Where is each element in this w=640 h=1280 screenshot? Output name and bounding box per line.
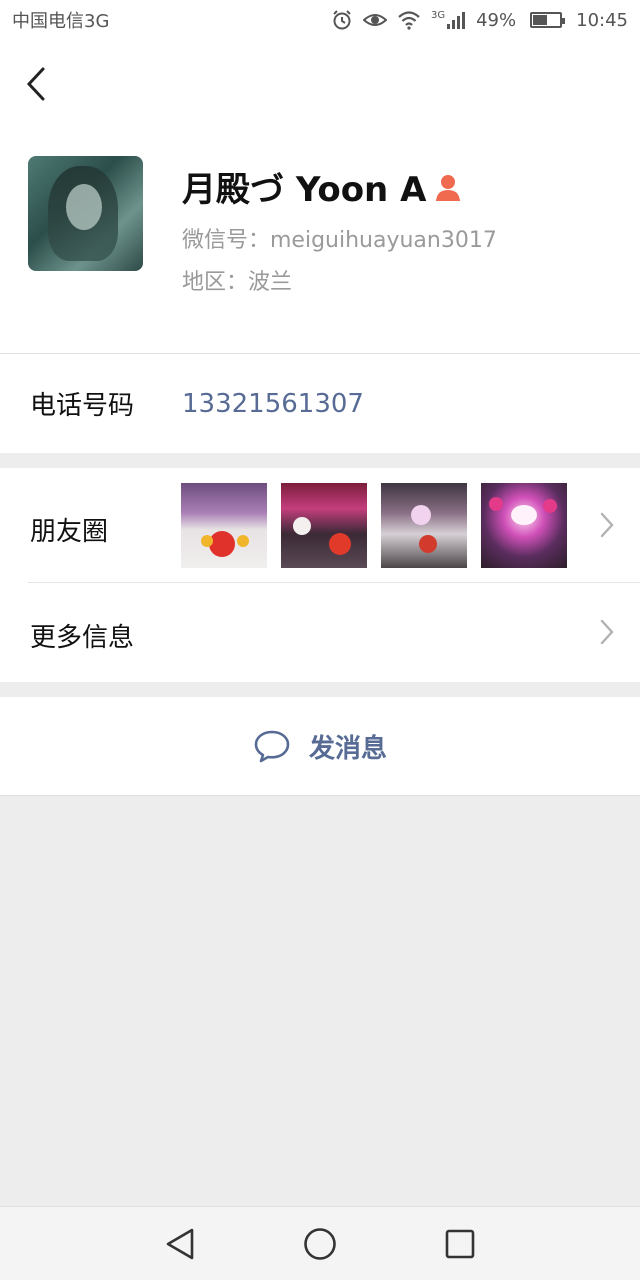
chat-bubble-icon [253, 729, 291, 763]
phone-label: 电话号码 [30, 391, 135, 421]
moments-row[interactable]: 朋友圈 [0, 468, 640, 582]
phone-row[interactable]: 电话号码 13321561307 [0, 353, 640, 453]
clock: 10:45 [576, 9, 628, 31]
recents-square-icon [445, 1229, 475, 1258]
moment-photo-3 [381, 483, 467, 568]
chevron-left-icon [26, 67, 45, 101]
battery-percent: 49% [476, 9, 517, 31]
send-message-button[interactable]: 发消息 [0, 697, 640, 796]
alarm-icon [331, 9, 353, 31]
home-circle-icon [304, 1227, 336, 1260]
phone-number[interactable]: 13321561307 [182, 389, 364, 419]
moment-photo-4 [481, 483, 567, 568]
signal-icon: 3G [431, 10, 466, 30]
wifi-icon [397, 10, 421, 30]
moments-label: 朋友圈 [30, 517, 109, 547]
status-icons: 3G 49% 10:45 [331, 9, 628, 31]
profile-header: 月殿づ Yoon A 微信号：meiguihuayuan3017 地区：波兰 [0, 40, 640, 353]
system-nav-bar [0, 1206, 640, 1280]
moment-photo-1 [181, 483, 267, 568]
status-bar: 中国电信3G 3G 49% 10:45 [0, 0, 640, 40]
wechat-id: 微信号：meiguihuayuan3017 [182, 228, 497, 253]
eye-icon [362, 11, 387, 29]
chevron-right-icon [600, 619, 614, 645]
more-info-label: 更多信息 [30, 623, 135, 653]
moments-section: 朋友圈 更多信息 [0, 468, 640, 682]
battery-icon [530, 12, 566, 28]
female-user-icon [434, 172, 462, 202]
network-type-label: 3G [430, 10, 446, 21]
name-row: 月殿づ Yoon A [182, 162, 462, 211]
send-message-label: 发消息 [308, 733, 387, 764]
nav-recents-button[interactable] [435, 1219, 485, 1269]
carrier-label: 中国电信3G [12, 11, 110, 32]
contact-name: 月殿づ Yoon A [182, 170, 427, 210]
moment-photo-2 [281, 483, 367, 568]
battery-level-fill [533, 15, 547, 25]
back-triangle-icon [166, 1228, 194, 1259]
nav-back-button[interactable] [155, 1219, 205, 1269]
nav-home-button[interactable] [295, 1219, 345, 1269]
avatar[interactable] [28, 156, 143, 271]
back-button[interactable] [20, 64, 52, 104]
chevron-right-icon [600, 512, 614, 538]
region: 地区：波兰 [182, 270, 293, 295]
more-info-row[interactable]: 更多信息 [0, 583, 640, 682]
contact-profile-screen: 中国电信3G 3G 49% 10:45 月殿づ Yoon A 微信号：meigu… [0, 0, 640, 1280]
moments-thumbnails [181, 483, 567, 568]
